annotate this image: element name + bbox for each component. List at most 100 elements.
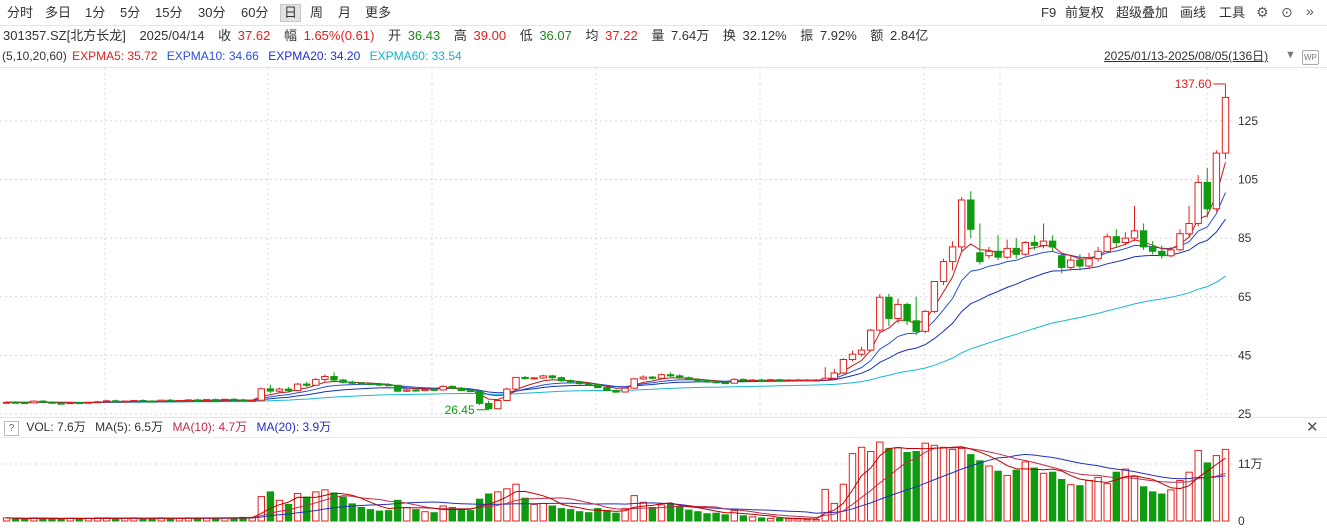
volume-bar xyxy=(375,510,384,522)
close-icon[interactable]: ✕ xyxy=(1306,418,1319,436)
candle-body xyxy=(848,353,857,361)
volume-bar xyxy=(885,447,893,522)
candle-body xyxy=(785,379,793,382)
candle-body xyxy=(976,252,984,263)
candle-body xyxy=(357,382,366,385)
candle-body xyxy=(121,400,129,403)
candle-body xyxy=(212,399,220,402)
candle-body xyxy=(439,385,447,391)
volume-bar xyxy=(1194,449,1202,522)
candle-body xyxy=(466,390,475,393)
vol-ma5: MA(5): 6.5万 xyxy=(95,420,164,434)
candle-body xyxy=(1039,240,1048,247)
candle-body xyxy=(130,400,138,402)
volume-bar xyxy=(1167,489,1175,522)
volume-bar xyxy=(867,451,875,522)
volume-bar xyxy=(648,507,657,522)
candle-body xyxy=(803,379,811,382)
candle-body xyxy=(166,399,175,402)
candle-body xyxy=(1076,259,1084,267)
volume-bar xyxy=(1139,486,1148,522)
candle-body xyxy=(275,388,284,392)
candle-body xyxy=(494,400,502,410)
volume-bar xyxy=(312,491,320,522)
candle-body xyxy=(676,375,684,379)
candle-body xyxy=(303,383,311,386)
candle-body xyxy=(457,387,466,392)
candle-body xyxy=(776,379,784,382)
candle-body xyxy=(257,388,266,401)
volume-axis: 0 11万 xyxy=(1238,457,1262,528)
volume-bar xyxy=(603,510,611,522)
volume-bar xyxy=(676,506,684,522)
volume-bar xyxy=(1012,469,1020,522)
candle-body xyxy=(1130,230,1139,239)
ema-lines xyxy=(6,162,1226,404)
volume-bar xyxy=(1176,480,1184,522)
candle-body xyxy=(512,376,520,390)
candle-body xyxy=(857,349,866,355)
volume-bar xyxy=(566,509,575,522)
candle-body xyxy=(175,400,184,402)
candle-body xyxy=(721,382,729,385)
volume-bar xyxy=(903,452,911,522)
volume-bar xyxy=(939,446,948,522)
volume-bar xyxy=(757,517,766,522)
candle-body xyxy=(1058,255,1066,268)
volume-bar xyxy=(548,505,556,522)
volume-bar xyxy=(1158,493,1166,522)
candle-body xyxy=(239,399,247,402)
candle-body xyxy=(12,401,20,404)
price-tick-label: 125 xyxy=(1238,114,1258,128)
volume-bar xyxy=(1039,472,1048,522)
candle-body xyxy=(421,388,429,392)
candle-body xyxy=(1048,240,1057,248)
volume-bar xyxy=(794,518,802,522)
volume-bar xyxy=(1021,461,1029,522)
volume-bar xyxy=(357,507,366,522)
candle-body xyxy=(112,400,120,403)
candle-body xyxy=(75,402,83,405)
volume-bar xyxy=(1149,491,1157,522)
candle-body xyxy=(994,250,1002,258)
help-icon[interactable]: ? xyxy=(4,421,19,436)
volume-bar xyxy=(21,518,29,522)
candle-body xyxy=(84,401,93,404)
kline-chart: 25 45 65 85 105 125 137.60 26.45 0 11万 xyxy=(0,67,1327,528)
volume-bar xyxy=(1085,480,1093,522)
candle-body xyxy=(712,381,720,384)
candle-body xyxy=(93,401,102,404)
price-tick-label: 45 xyxy=(1238,348,1252,362)
volume-bar xyxy=(585,512,593,522)
candle-body xyxy=(1094,250,1102,260)
volume-bar xyxy=(694,511,702,522)
candle-body xyxy=(157,399,165,402)
candle-body xyxy=(958,199,966,248)
candle-body xyxy=(1030,242,1039,246)
candle-body xyxy=(703,380,711,383)
candle-body xyxy=(21,402,29,405)
candle-body xyxy=(885,296,893,319)
volume-bar xyxy=(1094,476,1102,522)
volume-bar xyxy=(612,512,620,522)
candle-body xyxy=(794,379,802,382)
volume-bar xyxy=(339,496,347,522)
candle-body xyxy=(821,377,829,381)
candle-body xyxy=(903,303,911,322)
candle-body xyxy=(193,399,202,402)
volume-bar xyxy=(985,465,993,522)
volume-bar xyxy=(958,447,966,522)
candle-body xyxy=(839,359,848,374)
volume-bar xyxy=(685,509,693,522)
candle-body xyxy=(1158,250,1166,257)
volume-bar xyxy=(284,503,293,522)
price-tick-label: 85 xyxy=(1238,231,1252,245)
volume-bar xyxy=(512,483,520,522)
volume-bar xyxy=(521,497,529,522)
volume-bar xyxy=(1058,479,1066,522)
candle-body xyxy=(203,399,211,402)
volume-bar xyxy=(767,517,775,522)
grid xyxy=(0,67,1327,465)
max-price-label: 137.60 xyxy=(1175,77,1212,91)
candle-body xyxy=(1112,236,1120,244)
